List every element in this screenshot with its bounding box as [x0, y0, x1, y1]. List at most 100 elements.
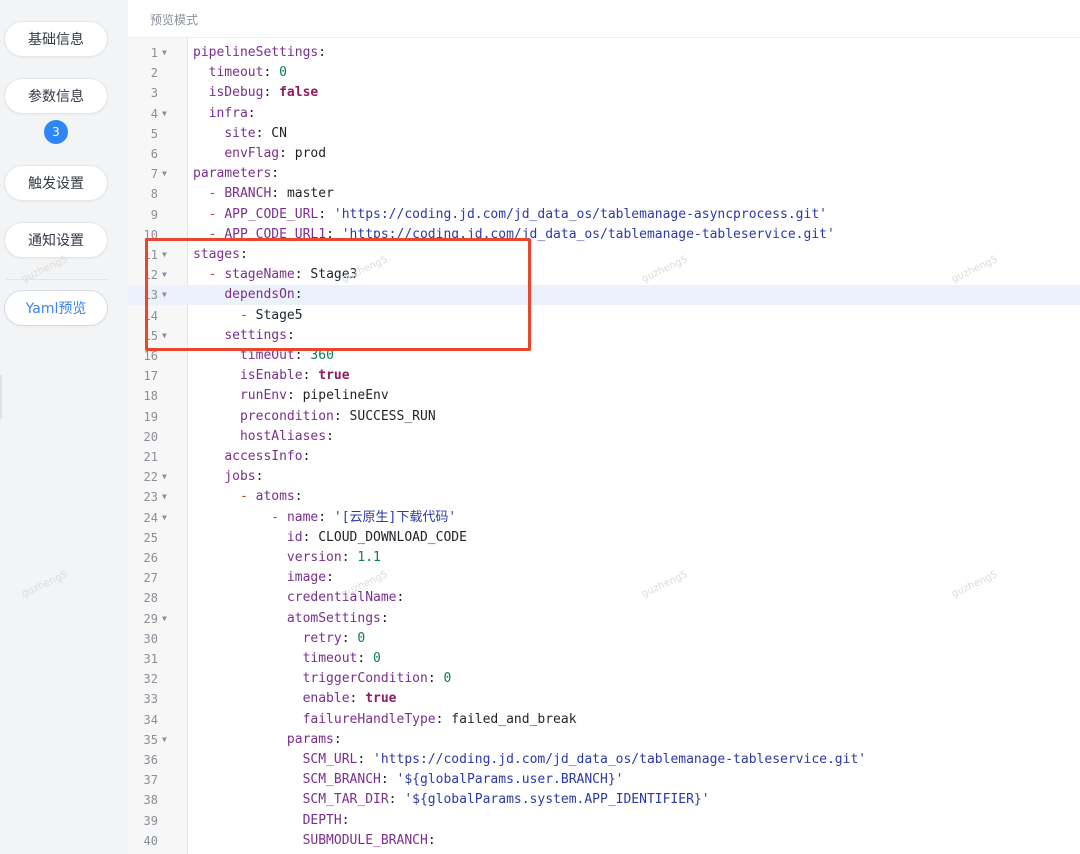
code-line[interactable]: 24 ▼ - name: '[云原生]下载代码'	[128, 508, 1080, 528]
code-line[interactable]: 5 site: CN	[128, 124, 1080, 144]
code-line[interactable]: 3 isDebug: false	[128, 83, 1080, 103]
fold-arrow-icon[interactable]: ▼	[162, 265, 167, 285]
code-text: jobs:	[193, 467, 263, 487]
code-line[interactable]: 14 - Stage5	[128, 306, 1080, 326]
sidebar-item-param-info[interactable]: 参数信息	[4, 78, 108, 114]
code-line[interactable]: 1 ▼ pipelineSettings:	[128, 43, 1080, 63]
yaml-colon: :	[294, 267, 303, 283]
code-text: - atoms:	[193, 487, 303, 507]
yaml-key: runEnv	[239, 388, 287, 404]
code-line[interactable]: 34 failureHandleType: failed_and_break	[128, 710, 1080, 730]
code-line[interactable]: 27 image:	[128, 568, 1080, 588]
sidebar-item-label: 参数信息	[28, 89, 84, 105]
code-line[interactable]: 30 retry: 0	[128, 629, 1080, 649]
code-line[interactable]: 33 enable: true	[128, 689, 1080, 709]
code-line[interactable]: 38 SCM_TAR_DIR: '${globalParams.system.A…	[128, 790, 1080, 810]
yaml-code-editor[interactable]: 1 ▼ pipelineSettings: 2 timeout: 03 isDebug…	[128, 38, 1080, 854]
yaml-colon: :	[326, 570, 334, 586]
code-line[interactable]: 17 isEnable: true	[128, 366, 1080, 386]
fold-arrow-icon[interactable]: ▼	[162, 285, 167, 305]
fold-arrow-icon[interactable]: ▼	[162, 43, 167, 63]
code-line[interactable]: 26 version: 1.1	[128, 548, 1080, 568]
line-number: 9	[150, 207, 158, 222]
sidebar-item-trigger-settings[interactable]: 触发设置	[4, 165, 108, 201]
yaml-colon: :	[357, 752, 366, 767]
code-text: precondition: SUCCESS_RUN	[193, 407, 436, 427]
code-line[interactable]: 22 ▼ jobs:	[128, 467, 1080, 487]
code-text: image:	[193, 568, 334, 588]
yaml-value: 360	[310, 348, 334, 363]
code-line[interactable]: 16 timeOut: 360	[128, 346, 1080, 366]
line-number: 2	[150, 66, 158, 81]
code-line[interactable]: 32 triggerCondition: 0	[128, 669, 1080, 689]
yaml-key: dependsOn	[224, 287, 295, 303]
code-text: triggerCondition: 0	[193, 669, 452, 689]
code-text: atomSettings:	[193, 609, 389, 629]
yaml-colon: :	[388, 792, 397, 808]
code-line[interactable]: 25 id: CLOUD_DOWNLOAD_CODE	[128, 528, 1080, 548]
sidebar-item-yaml-preview[interactable]: Yaml预览	[4, 290, 108, 326]
yaml-key: precondition	[239, 408, 334, 424]
yaml-value: pipelineEnv	[302, 388, 389, 404]
code-line[interactable]: 39 DEPTH:	[128, 811, 1080, 831]
line-number: 29	[143, 611, 158, 626]
code-line[interactable]: 21 accessInfo:	[128, 447, 1080, 467]
code-line[interactable]: 18 runEnv: pipelineEnv	[128, 386, 1080, 406]
code-line[interactable]: 28 credentialName:	[128, 588, 1080, 608]
code-line[interactable]: 10 - APP_CODE_URL1: 'https://coding.jd.c…	[128, 225, 1080, 245]
code-line[interactable]: 4 ▼ infra:	[128, 104, 1080, 124]
code-line[interactable]: 11 ▼ stages:	[128, 245, 1080, 265]
code-line[interactable]: 9 - APP_CODE_URL: 'https://coding.jd.com…	[128, 205, 1080, 225]
yaml-colon: :	[318, 206, 327, 222]
code-line[interactable]: 7 ▼ parameters:	[128, 164, 1080, 184]
line-number: 35	[143, 732, 158, 747]
yaml-key: version	[286, 550, 342, 565]
yaml-key: APP_CODE_URL1	[224, 226, 327, 242]
code-line[interactable]: 31 timeout: 0	[128, 649, 1080, 669]
code-line[interactable]: 13 ▼ dependsOn:	[128, 285, 1080, 305]
yaml-value: Stage3	[310, 267, 358, 283]
fold-arrow-icon[interactable]: ▼	[162, 164, 167, 184]
yaml-value: 0	[373, 651, 381, 666]
sidebar-item-basic-info[interactable]: 基础信息	[4, 21, 108, 57]
fold-arrow-icon[interactable]: ▼	[162, 104, 167, 124]
yaml-value: 0	[279, 65, 287, 81]
yaml-key: DEPTH	[302, 812, 342, 828]
code-line[interactable]: 36 SCM_URL: 'https://coding.jd.com/jd_da…	[128, 750, 1080, 770]
fold-arrow-icon[interactable]: ▼	[162, 609, 167, 629]
yaml-colon: :	[341, 630, 350, 646]
fold-arrow-icon[interactable]: ▼	[162, 326, 167, 346]
code-line[interactable]: 29 ▼ atomSettings:	[128, 609, 1080, 629]
code-line[interactable]: 15 ▼ settings:	[128, 326, 1080, 346]
code-line[interactable]: 2 timeout: 0	[128, 63, 1080, 83]
code-line[interactable]: 35 ▼ params:	[128, 730, 1080, 750]
code-line[interactable]: 12 ▼ - stageName: Stage3	[128, 265, 1080, 285]
line-number: 14	[143, 308, 158, 323]
fold-arrow-icon[interactable]: ▼	[162, 508, 167, 528]
fold-arrow-icon[interactable]: ▼	[162, 487, 167, 507]
yaml-colon: :	[294, 348, 303, 363]
yaml-colon: :	[271, 186, 280, 202]
line-number: 8	[150, 187, 158, 202]
code-line[interactable]: 37 SCM_BRANCH: '${globalParams.user.BRAN…	[128, 770, 1080, 790]
code-line[interactable]: 19 precondition: SUCCESS_RUN	[128, 407, 1080, 427]
code-text: SCM_TAR_DIR: '${globalParams.system.APP_…	[193, 790, 710, 810]
code-line[interactable]: 8 - BRANCH: master	[128, 184, 1080, 204]
code-line[interactable]: 6 envFlag: prod	[128, 144, 1080, 164]
sidebar-edge-handle	[0, 375, 2, 419]
code-line[interactable]: 20 hostAliases:	[128, 427, 1080, 447]
code-text: site: CN	[193, 124, 287, 144]
line-number: 39	[143, 813, 158, 828]
yaml-colon: :	[294, 287, 303, 303]
yaml-colon: :	[427, 832, 436, 848]
yaml-key: timeout	[302, 651, 358, 666]
code-line[interactable]: 40 SUBMODULE_BRANCH:	[128, 831, 1080, 851]
yaml-colon: :	[396, 590, 405, 606]
fold-arrow-icon[interactable]: ▼	[162, 730, 167, 750]
code-text: hostAliases:	[193, 427, 334, 447]
code-line[interactable]: 23 ▼ - atoms:	[128, 487, 1080, 507]
fold-arrow-icon[interactable]: ▼	[162, 467, 167, 487]
sidebar-item-notify-settings[interactable]: 通知设置	[4, 222, 108, 258]
code-text: params:	[193, 730, 342, 750]
fold-arrow-icon[interactable]: ▼	[162, 245, 167, 265]
